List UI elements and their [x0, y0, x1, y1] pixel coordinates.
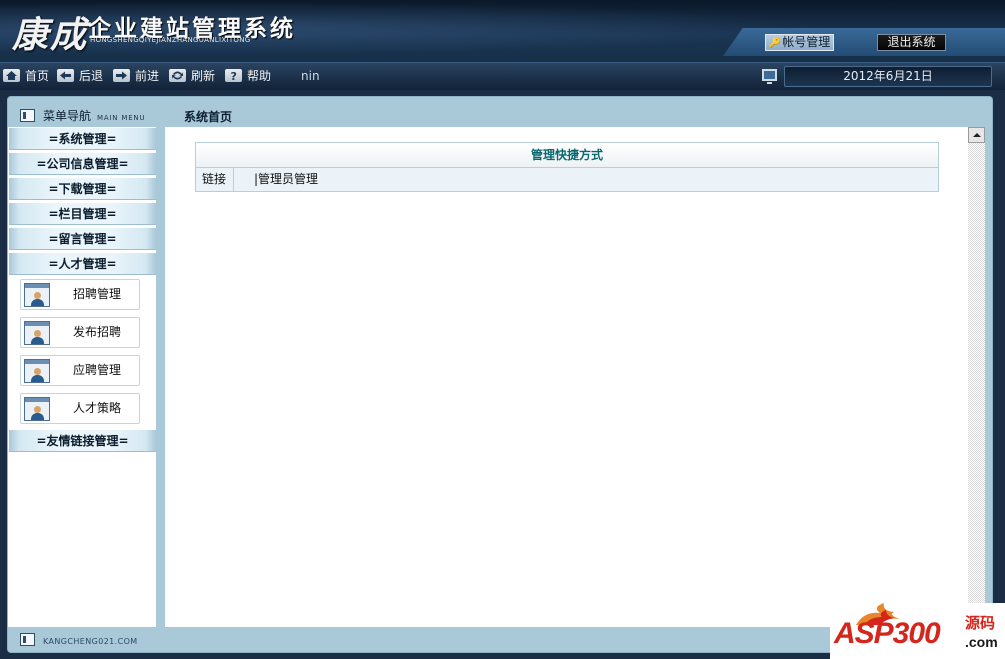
submenu-label: 发布招聘: [72, 325, 121, 339]
account-button-label: 帐号管理: [782, 35, 831, 49]
user-icon: [24, 321, 50, 345]
user-icon: [24, 359, 50, 383]
help-icon: ?: [225, 69, 242, 82]
menu-title-en: MAIN MENU: [97, 114, 146, 122]
vertical-scrollbar[interactable]: [968, 127, 985, 627]
content-area: 管理快捷方式 链接 |管理员管理: [165, 127, 968, 627]
key-icon: 🔑: [768, 38, 782, 49]
toolbar: 首页 后退 前进 刷新 ? 帮助 nin 2012年6月21日: [0, 62, 1005, 90]
svg-text:?: ?: [231, 70, 237, 82]
submenu-talent-strategy[interactable]: 人才策略: [20, 393, 140, 424]
toolbar-back[interactable]: 后退: [57, 67, 103, 85]
sidebar: =系统管理= =公司信息管理= =下载管理= =栏目管理= =留言管理= =人才…: [8, 127, 156, 627]
submenu-publish-recruit[interactable]: 发布招聘: [20, 317, 140, 348]
logout-button[interactable]: 退出系统: [877, 34, 946, 51]
menu-download[interactable]: =下载管理=: [9, 177, 156, 200]
submenu-recruit-manage[interactable]: 招聘管理: [20, 279, 140, 310]
menu-talent[interactable]: =人才管理=: [9, 252, 156, 275]
menu-friend-links[interactable]: =友情链接管理=: [9, 429, 156, 452]
header-banner: 康成 企业建站管理系统 HONGSHENGQIYEJIANZHANGUANLIX…: [0, 0, 1005, 62]
monitor-icon: [762, 69, 777, 84]
submenu-label: 招聘管理: [72, 287, 121, 301]
main-frame: 菜单导航 MAIN MENU 系统首页 =系统管理= =公司信息管理= =下载管理…: [0, 90, 1005, 659]
account-button[interactable]: 🔑帐号管理: [765, 34, 834, 51]
toolbar-forward[interactable]: 前进: [113, 67, 159, 85]
current-user: nin: [301, 69, 320, 83]
submenu-label: 应聘管理: [72, 363, 121, 377]
user-icon: [24, 283, 50, 307]
footer: KANGCHENG021.COM: [20, 633, 138, 649]
watermark-text: ASP300: [834, 617, 941, 650]
logo-script: 康成: [12, 14, 89, 56]
menu-header: 菜单导航 MAIN MENU: [20, 107, 145, 125]
toolbar-back-label: 后退: [79, 69, 104, 83]
toolbar-help-label: 帮助: [247, 69, 272, 83]
admin-manage-link[interactable]: |管理员管理: [254, 168, 318, 190]
menu-company-info[interactable]: =公司信息管理=: [9, 152, 156, 175]
user-icon: [24, 397, 50, 421]
window-icon: [20, 633, 35, 646]
toolbar-refresh[interactable]: 刷新: [169, 67, 215, 85]
menu-system[interactable]: =系统管理=: [9, 127, 156, 150]
app-subtitle: HONGSHENGQIYEJIANZHANGUANLIXITONG: [90, 36, 251, 44]
watermark: ASP300 源码 .com: [830, 603, 1005, 659]
submenu-applicant-manage[interactable]: 应聘管理: [20, 355, 140, 386]
shortcut-table-header: 管理快捷方式: [196, 143, 938, 168]
toolbar-help[interactable]: ? 帮助: [225, 67, 271, 85]
footer-text: KANGCHENG021.COM: [43, 637, 138, 646]
back-arrow-icon: [57, 69, 74, 82]
window-icon: [20, 109, 35, 122]
scroll-up-button[interactable]: [968, 127, 985, 143]
watermark-com: .com: [965, 634, 998, 650]
submenu-label: 人才策略: [72, 401, 121, 415]
main-panel: 菜单导航 MAIN MENU 系统首页 =系统管理= =公司信息管理= =下载管理…: [7, 96, 993, 653]
menu-title: 菜单导航: [43, 109, 92, 123]
toolbar-home[interactable]: 首页: [3, 67, 49, 85]
watermark-cn: 源码: [965, 614, 996, 632]
row-label: 链接: [196, 168, 234, 191]
shortcut-table: 管理快捷方式 链接 |管理员管理: [195, 142, 939, 192]
breadcrumb: 系统首页: [184, 110, 233, 124]
menu-column[interactable]: =栏目管理=: [9, 202, 156, 225]
menu-message[interactable]: =留言管理=: [9, 227, 156, 250]
home-icon: [3, 69, 20, 82]
table-row: 链接 |管理员管理: [196, 168, 938, 191]
toolbar-home-label: 首页: [25, 69, 50, 83]
toolbar-forward-label: 前进: [135, 69, 160, 83]
forward-arrow-icon: [113, 69, 130, 82]
toolbar-refresh-label: 刷新: [191, 69, 216, 83]
refresh-icon: [169, 69, 186, 82]
current-date: 2012年6月21日: [784, 66, 992, 87]
